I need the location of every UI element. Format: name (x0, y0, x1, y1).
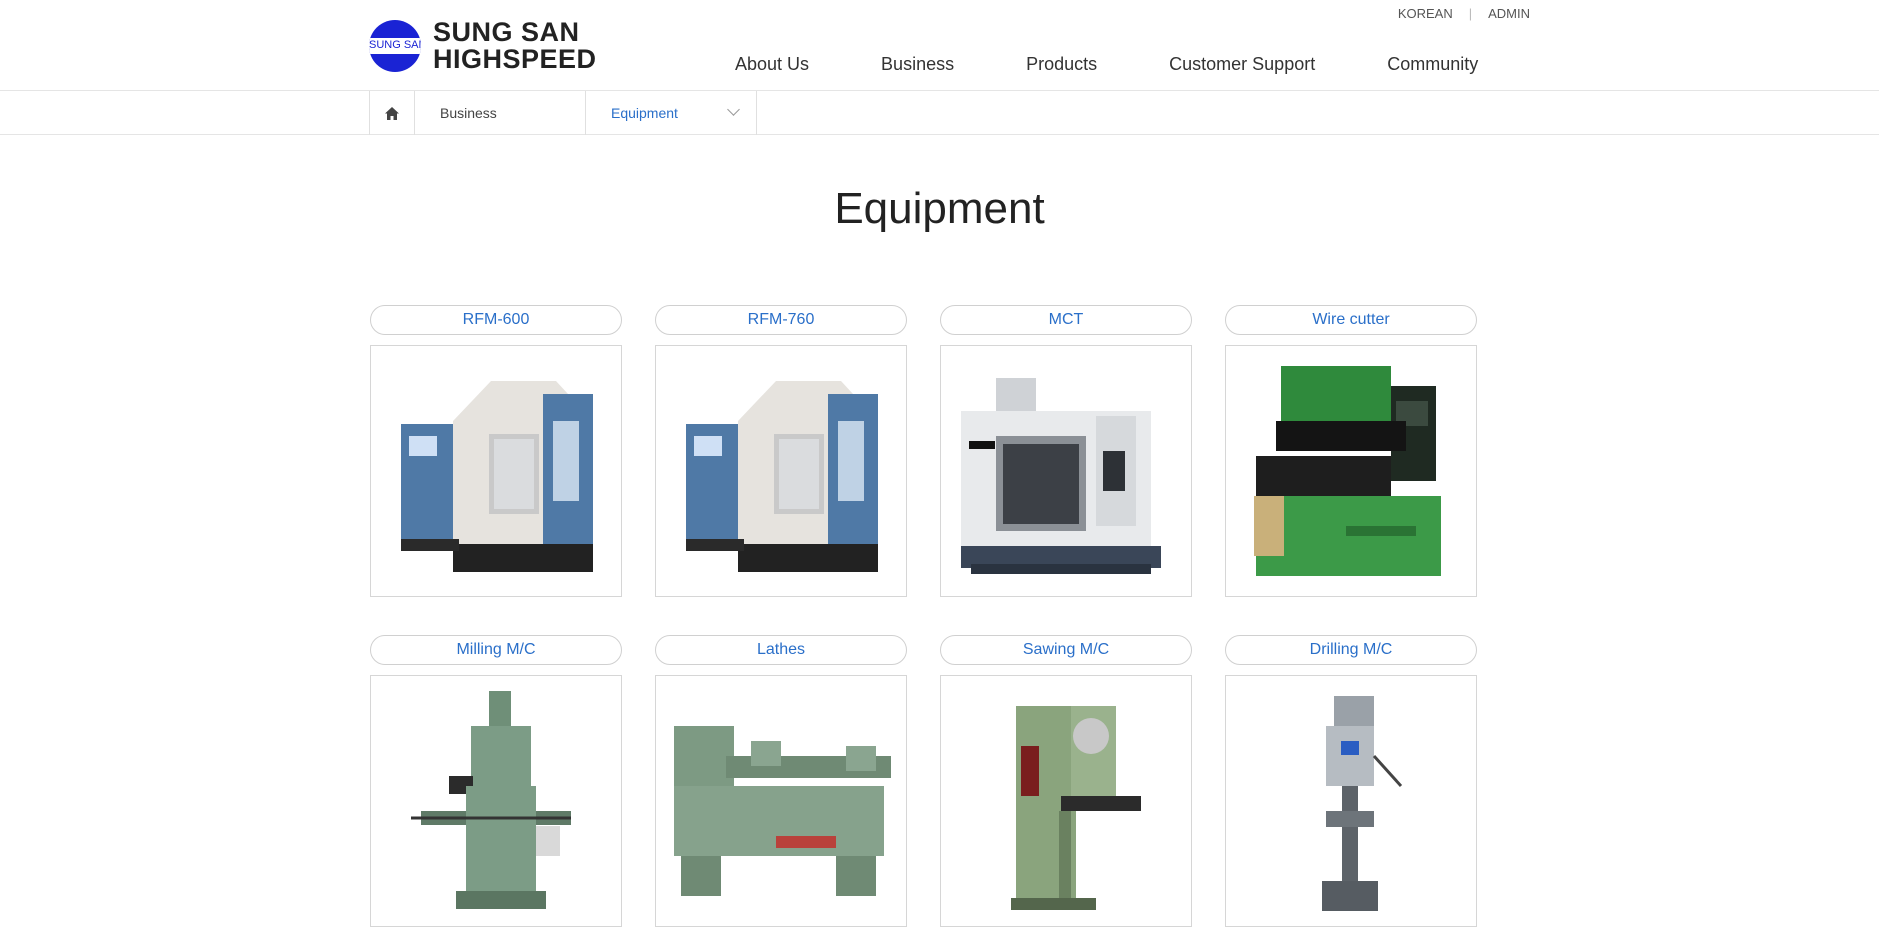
breadcrumb-current-label: Equipment (611, 105, 678, 121)
cnc-machine-blue-photo[interactable] (655, 345, 907, 597)
equipment-label[interactable]: Drilling M/C (1225, 635, 1477, 665)
equipment-label[interactable]: MCT (940, 305, 1192, 335)
equipment-card: Lathes (655, 635, 907, 927)
nav-business[interactable]: Business (881, 54, 954, 75)
breadcrumb-current-dropdown[interactable]: Equipment (586, 91, 757, 135)
equipment-card: Wire cutter (1225, 305, 1477, 597)
cnc-machine-blue-photo[interactable] (370, 345, 622, 597)
lathe-photo[interactable] (655, 675, 907, 927)
equipment-label[interactable]: Sawing M/C (940, 635, 1192, 665)
machining-center-photo[interactable] (940, 345, 1192, 597)
logo-emblem: SUNG SAN (369, 20, 421, 72)
wire-cutter-photo[interactable] (1225, 345, 1477, 597)
home-icon (385, 106, 399, 120)
utility-links: KOREAN | ADMIN (1398, 6, 1530, 21)
admin-link[interactable]: ADMIN (1488, 6, 1530, 21)
nav-about-us[interactable]: About Us (735, 54, 809, 75)
logo-emblem-text: SUNG SAN (369, 39, 421, 51)
equipment-card: Drilling M/C (1225, 635, 1477, 927)
logo-wordmark: SUNG SAN HIGHSPEED (433, 19, 597, 73)
breadcrumb-home[interactable] (370, 91, 415, 135)
equipment-card: Milling M/C (370, 635, 622, 927)
equipment-label[interactable]: Lathes (655, 635, 907, 665)
site-logo[interactable]: SUNG SAN SUNG SAN HIGHSPEED (369, 19, 597, 73)
page-title: Equipment (834, 184, 1045, 233)
utility-divider: | (1468, 6, 1473, 21)
chevron-down-icon (727, 103, 740, 116)
breadcrumb-section-label: Business (440, 105, 497, 121)
nav-products[interactable]: Products (1026, 54, 1097, 75)
equipment-card: MCT (940, 305, 1192, 597)
equipment-label[interactable]: Wire cutter (1225, 305, 1477, 335)
equipment-card: RFM-600 (370, 305, 622, 597)
logo-line-2: HIGHSPEED (433, 44, 597, 74)
equipment-card: Sawing M/C (940, 635, 1192, 927)
nav-community[interactable]: Community (1387, 54, 1478, 75)
equipment-card: RFM-760 (655, 305, 907, 597)
milling-machine-photo[interactable] (370, 675, 622, 927)
korean-link[interactable]: KOREAN (1398, 6, 1453, 21)
site-header: SUNG SAN SUNG SAN HIGHSPEED KOREAN | ADM… (0, 0, 1879, 91)
main-navigation: About Us Business Products Customer Supp… (735, 54, 1478, 75)
nav-customer-support[interactable]: Customer Support (1169, 54, 1315, 75)
breadcrumb: Business Equipment (0, 91, 1879, 135)
drill-press-photo[interactable] (1225, 675, 1477, 927)
equipment-label[interactable]: Milling M/C (370, 635, 622, 665)
breadcrumb-section[interactable]: Business (415, 91, 586, 135)
band-saw-photo[interactable] (940, 675, 1192, 927)
equipment-label[interactable]: RFM-600 (370, 305, 622, 335)
logo-line-1: SUNG SAN (433, 17, 580, 47)
equipment-label[interactable]: RFM-760 (655, 305, 907, 335)
